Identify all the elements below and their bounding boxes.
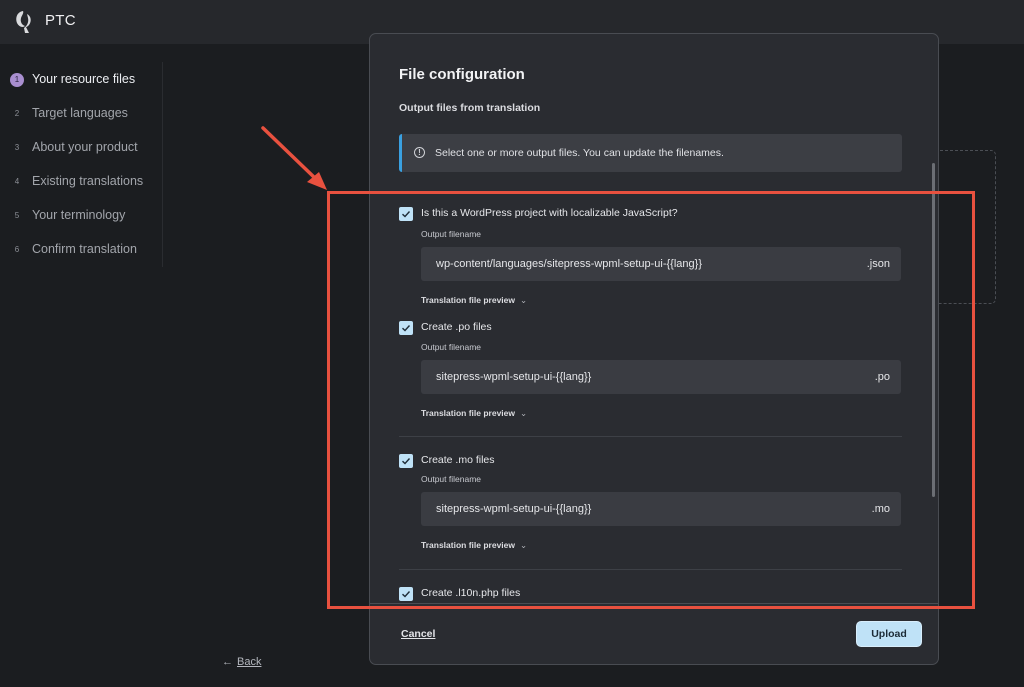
back-link[interactable]: ← Back bbox=[222, 656, 261, 668]
cancel-button[interactable]: Cancel bbox=[401, 628, 435, 640]
upload-button[interactable]: Upload bbox=[856, 621, 922, 647]
step-confirm-translation[interactable]: 6 Confirm translation bbox=[0, 238, 160, 262]
step-label: Confirm translation bbox=[32, 242, 137, 256]
step-label: Your terminology bbox=[32, 208, 126, 222]
step-terminology[interactable]: 5 Your terminology bbox=[0, 204, 160, 228]
dialog-subtitle: Output files from translation bbox=[399, 102, 541, 114]
info-banner: ! Select one or more output files. You c… bbox=[399, 134, 902, 172]
back-label: Back bbox=[237, 656, 262, 668]
wizard-steps: 1 Your resource files 2 Target languages… bbox=[0, 62, 163, 267]
info-text: Select one or more output files. You can… bbox=[435, 147, 724, 159]
step-existing-translations[interactable]: 4 Existing translations bbox=[0, 170, 160, 194]
step-about-product[interactable]: 3 About your product bbox=[0, 136, 160, 160]
ptc-logo-icon bbox=[16, 11, 31, 33]
highlight-box bbox=[327, 191, 975, 609]
step-number: 4 bbox=[14, 177, 20, 186]
step-number: 3 bbox=[14, 143, 20, 152]
step-number: 2 bbox=[14, 109, 20, 118]
step-label: About your product bbox=[32, 140, 138, 154]
arrow-annotation-icon bbox=[261, 126, 327, 190]
app-name: PTC bbox=[45, 12, 76, 29]
step-label: Existing translations bbox=[32, 174, 144, 188]
step-number: 6 bbox=[14, 245, 20, 254]
step-number: 5 bbox=[14, 211, 20, 220]
step-target-languages[interactable]: 2 Target languages bbox=[0, 102, 160, 126]
step-number: 1 bbox=[10, 73, 24, 87]
step-label: Target languages bbox=[32, 106, 128, 120]
info-icon: ! bbox=[414, 147, 425, 158]
dialog-title: File configuration bbox=[399, 66, 525, 83]
arrow-left-icon: ← bbox=[222, 656, 233, 668]
step-resource-files[interactable]: 1 Your resource files bbox=[0, 68, 160, 92]
step-label: Your resource files bbox=[32, 72, 136, 86]
